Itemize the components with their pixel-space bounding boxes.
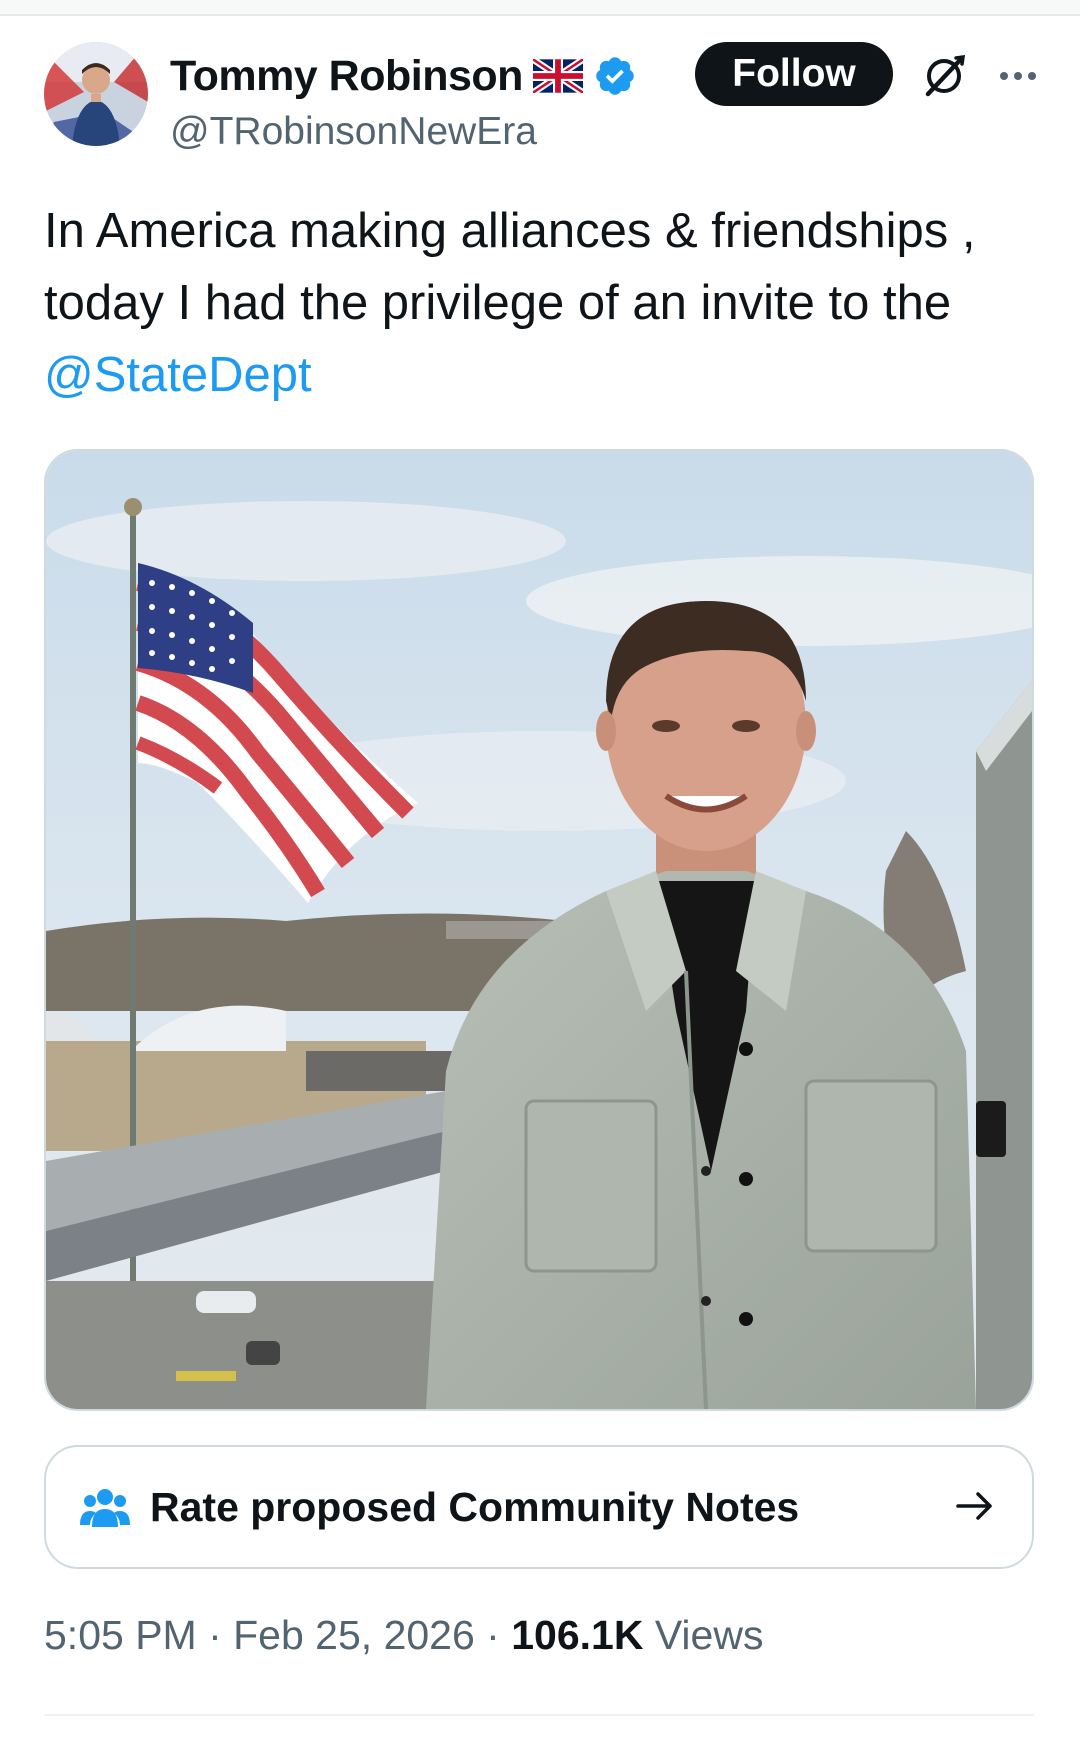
tweet-photo[interactable] [44, 449, 1034, 1411]
views-label: Views [643, 1612, 764, 1658]
photo-flag-balcony [46, 451, 1032, 1409]
follow-button[interactable]: Follow [695, 42, 893, 106]
arrow-right-icon [952, 1483, 998, 1529]
tweet-text-body: In America making alliances & friendship… [44, 204, 976, 330]
meta-separator: · [474, 1612, 512, 1658]
mention-link[interactable]: @StateDept [44, 348, 312, 402]
tweet-header: Tommy Robinson @TRobinsonNewEra Follow [44, 42, 1040, 154]
tweet-text: In America making alliances & friendship… [44, 195, 1034, 411]
verified-badge-icon[interactable] [593, 54, 637, 98]
avatar[interactable] [44, 42, 148, 146]
display-name[interactable]: Tommy Robinson [170, 52, 523, 101]
tweet-time[interactable]: 5:05 PM [44, 1612, 197, 1659]
tweet-date[interactable]: Feb 25, 2026 [233, 1612, 475, 1659]
tweet-meta: 5:05 PM · Feb 25, 2026 · 106.1K Views [44, 1612, 763, 1659]
people-group-icon [80, 1485, 130, 1529]
more-dots-icon[interactable] [990, 48, 1046, 104]
grok-icon[interactable] [916, 48, 972, 104]
uk-flag-icon [532, 59, 583, 93]
meta-separator: · [196, 1612, 234, 1658]
community-notes-label: Rate proposed Community Notes [150, 1483, 800, 1530]
name-row: Tommy Robinson [170, 48, 637, 104]
rate-community-notes-button[interactable]: Rate proposed Community Notes [44, 1445, 1034, 1569]
top-divider [0, 0, 1080, 16]
handle[interactable]: @TRobinsonNewEra [170, 110, 537, 154]
views-count[interactable]: 106.1K [511, 1612, 643, 1659]
bottom-divider [44, 1714, 1034, 1716]
